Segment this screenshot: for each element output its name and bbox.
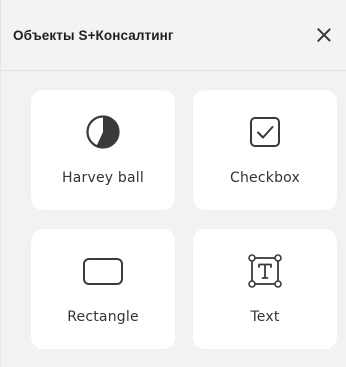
harvey-ball-card[interactable]: Harvey ball: [31, 90, 175, 210]
rectangle-label: Rectangle: [67, 309, 139, 325]
rectangle-card[interactable]: Rectangle: [31, 229, 175, 349]
panel-header: Объекты S+Консалтинг: [1, 0, 346, 71]
objects-panel: Объекты S+Консалтинг Harvey ball Checkbo…: [0, 0, 346, 367]
checkbox-icon: [247, 114, 283, 150]
close-icon[interactable]: [316, 27, 332, 43]
panel-title: Объекты S+Консалтинг: [13, 27, 174, 43]
harvey-ball-icon: [85, 114, 121, 150]
text-label: Text: [250, 309, 280, 325]
text-card[interactable]: Text: [193, 229, 337, 349]
checkbox-card[interactable]: Checkbox: [193, 90, 337, 210]
rectangle-icon: [83, 253, 123, 289]
text-box-icon: [247, 253, 283, 289]
checkbox-label: Checkbox: [230, 170, 300, 186]
harvey-ball-label: Harvey ball: [62, 170, 144, 186]
